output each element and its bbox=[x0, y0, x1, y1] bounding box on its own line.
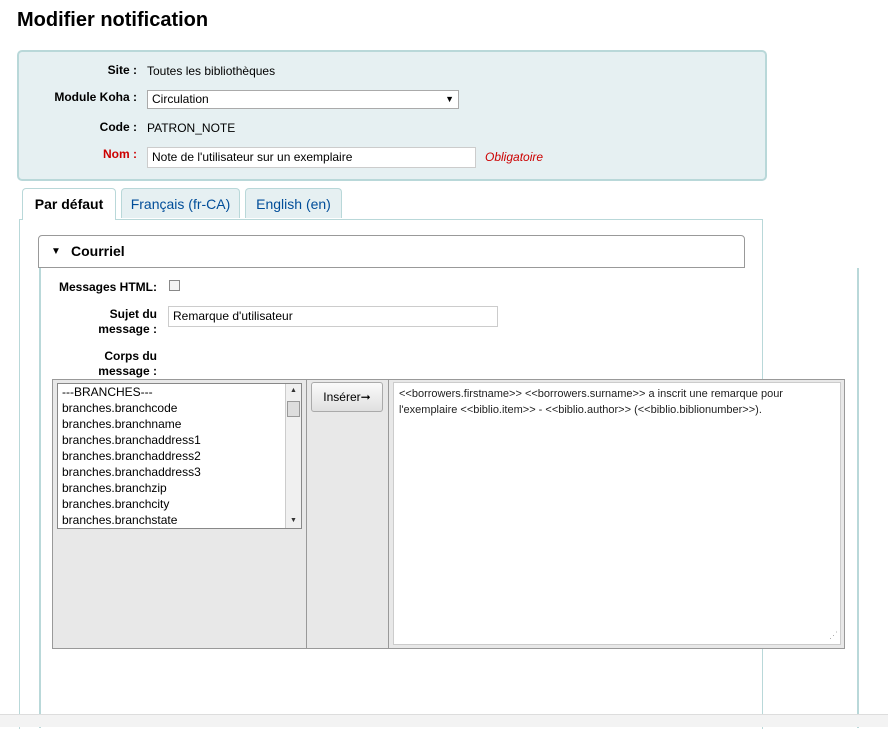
email-section-header[interactable]: ▼ Courriel bbox=[38, 235, 745, 268]
code-value: PATRON_NOTE bbox=[147, 121, 236, 135]
scroll-down-icon[interactable]: ▼ bbox=[286, 514, 301, 528]
listbox-option[interactable]: branches.branchaddress2 bbox=[58, 448, 301, 464]
column-divider bbox=[306, 380, 307, 648]
body-label-line2: message : bbox=[98, 364, 157, 378]
fields-listbox[interactable]: ---BRANCHES--- branches.branchcode branche… bbox=[57, 383, 302, 529]
module-label: Module Koha : bbox=[54, 90, 137, 104]
page-title: Modifier notification bbox=[17, 9, 209, 31]
message-body-textarea[interactable]: <<borrowers.firstname>> <<borrowers.surn… bbox=[393, 382, 841, 645]
subject-input[interactable]: Remarque d'utilisateur bbox=[168, 306, 498, 327]
caret-down-icon: ▼ bbox=[51, 246, 61, 257]
email-section-title: Courriel bbox=[71, 243, 125, 259]
listbox-option[interactable]: branches.branchname bbox=[58, 416, 301, 432]
resize-grip-icon[interactable]: ⋰ bbox=[829, 627, 838, 643]
name-input[interactable]: Note de l'utilisateur sur un exemplaire bbox=[147, 147, 476, 168]
listbox-option[interactable]: branches.branchaddress3 bbox=[58, 464, 301, 480]
listbox-option[interactable]: branches.branchzip bbox=[58, 480, 301, 496]
column-divider bbox=[388, 380, 389, 648]
required-note: Obligatoire bbox=[485, 150, 544, 164]
scroll-up-icon[interactable]: ▲ bbox=[286, 384, 301, 398]
site-value: Toutes les bibliothèques bbox=[147, 64, 276, 78]
subject-label-line1: Sujet du bbox=[109, 307, 157, 321]
listbox-option[interactable]: branches.branchcode bbox=[58, 400, 301, 416]
html-messages-checkbox[interactable] bbox=[169, 280, 180, 291]
module-select[interactable]: Circulation ▼ bbox=[147, 90, 459, 109]
listbox-option[interactable]: branches.branchaddress1 bbox=[58, 432, 301, 448]
bottom-bar bbox=[0, 714, 888, 727]
module-select-value: Circulation bbox=[152, 92, 209, 106]
listbox-scrollbar[interactable]: ▲ ▼ bbox=[285, 384, 301, 528]
body-label-line1: Corps du bbox=[104, 349, 157, 363]
chevron-down-icon: ▼ bbox=[445, 94, 454, 104]
tab-english[interactable]: English (en) bbox=[245, 188, 342, 218]
listbox-option[interactable]: branches.branchstate bbox=[58, 512, 301, 528]
subject-label-line2: message : bbox=[98, 322, 157, 336]
insert-button[interactable]: Insérer➞ bbox=[311, 382, 383, 412]
message-body-text: <<borrowers.firstname>> <<borrowers.surn… bbox=[399, 388, 783, 416]
listbox-option[interactable]: ---BRANCHES--- bbox=[58, 384, 301, 400]
site-label: Site : bbox=[107, 63, 137, 77]
html-messages-label: Messages HTML: bbox=[58, 280, 157, 294]
scrollbar-thumb[interactable] bbox=[287, 401, 300, 417]
name-label: Nom : bbox=[103, 147, 137, 161]
tab-default[interactable]: Par défaut bbox=[22, 188, 116, 220]
code-label: Code : bbox=[99, 120, 137, 134]
listbox-option[interactable]: branches.branchcity bbox=[58, 496, 301, 512]
tab-francais[interactable]: Français (fr-CA) bbox=[121, 188, 240, 218]
